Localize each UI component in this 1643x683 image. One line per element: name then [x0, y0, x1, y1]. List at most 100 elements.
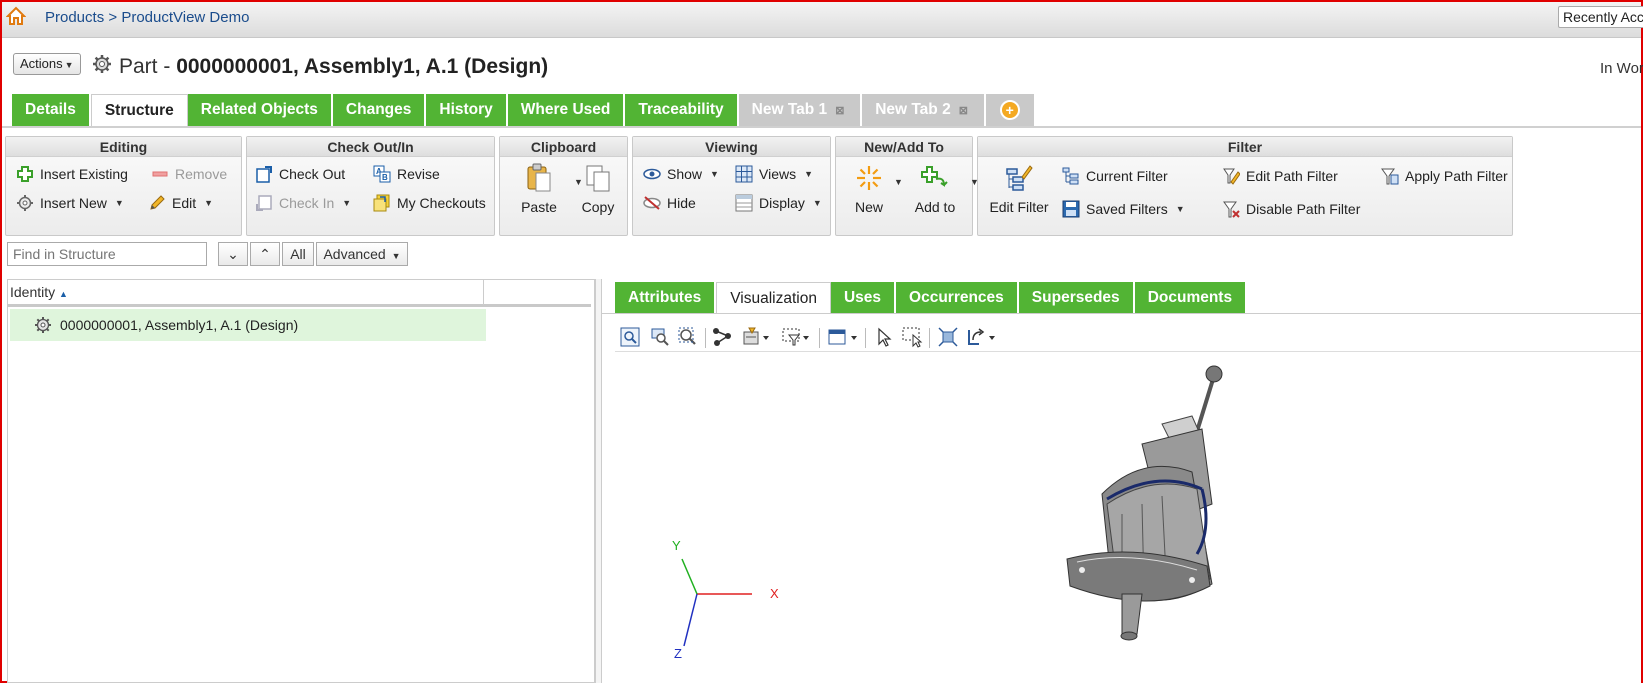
- grid-views-icon: [735, 165, 753, 183]
- advanced-label: Advanced: [323, 246, 386, 262]
- apply-path-filter-icon: [1381, 167, 1399, 185]
- 3d-viewer-canvas[interactable]: Y X Z: [602, 354, 1641, 683]
- structure-link-icon[interactable]: [711, 326, 733, 348]
- explode-icon[interactable]: [937, 326, 959, 348]
- zoom-selected-icon[interactable]: [677, 326, 699, 348]
- zoom-window-icon[interactable]: [649, 326, 671, 348]
- zoom-fit-icon[interactable]: [619, 326, 641, 348]
- add-to-button[interactable]: ▼ Add to: [902, 163, 979, 215]
- tab-uses[interactable]: Uses: [830, 282, 897, 314]
- panel-splitter[interactable]: [595, 279, 602, 683]
- tab-structure[interactable]: Structure: [90, 94, 188, 126]
- identity-header-label: Identity: [10, 284, 56, 300]
- render-mode-icon[interactable]: [741, 326, 773, 348]
- view-layout-icon[interactable]: [827, 326, 861, 348]
- tab-traceability[interactable]: Traceability: [625, 94, 739, 126]
- z-axis-line: [683, 593, 698, 647]
- edit-filter-button[interactable]: Edit Filter: [986, 163, 1052, 215]
- show-label: Show: [667, 166, 703, 182]
- tab-attributes[interactable]: Attributes: [615, 282, 717, 314]
- find-in-structure-input[interactable]: [7, 242, 207, 266]
- tab-documents[interactable]: Documents: [1134, 282, 1248, 314]
- new-button[interactable]: ▼ New: [842, 163, 903, 215]
- column-divider[interactable]: [483, 280, 484, 305]
- check-out-button[interactable]: Check Out: [255, 165, 345, 183]
- tab-visualization[interactable]: Visualization: [716, 282, 831, 314]
- tab-where-used[interactable]: Where Used: [507, 94, 626, 126]
- tree-filter-icon: [1062, 167, 1080, 185]
- assembly-3d-model[interactable]: [1066, 365, 1223, 641]
- edit-button[interactable]: Edit ▼: [148, 194, 213, 212]
- tab-new-tab-1[interactable]: New Tab 1 ⊠: [738, 94, 863, 126]
- edit-path-filter-button[interactable]: Edit Path Filter: [1222, 167, 1338, 185]
- toolbar-separator: [865, 328, 866, 348]
- part-gear-icon: [92, 54, 112, 74]
- editing-group: Editing Insert Existing Remove Insert Ne…: [5, 136, 242, 236]
- disable-path-filter-button[interactable]: Disable Path Filter: [1222, 200, 1360, 218]
- minus-icon: [151, 165, 169, 183]
- revise-button[interactable]: AB Revise: [373, 165, 440, 183]
- advanced-search-button[interactable]: Advanced ▼: [316, 242, 408, 266]
- current-filter-button[interactable]: Current Filter: [1062, 167, 1168, 185]
- chevron-down-icon: ▼: [804, 169, 814, 179]
- add-tab-icon: +: [999, 99, 1020, 120]
- insert-new-button[interactable]: Insert New ▼: [16, 194, 124, 212]
- rotate-mode-icon[interactable]: [965, 326, 997, 348]
- edit-label: Edit: [172, 195, 197, 211]
- visualization-toolbar: [615, 322, 1641, 352]
- insert-existing-button[interactable]: Insert Existing: [16, 165, 128, 183]
- box-select-icon[interactable]: [901, 326, 923, 348]
- apply-path-filter-button[interactable]: Apply Path Filter: [1381, 167, 1508, 185]
- identity-column-header[interactable]: Identity ▲: [10, 284, 68, 300]
- display-button[interactable]: Display ▼: [735, 194, 822, 212]
- home-icon[interactable]: [5, 6, 27, 26]
- action-toolbar: Editing Insert Existing Remove Insert Ne…: [5, 136, 1641, 236]
- tab-details[interactable]: Details: [12, 94, 91, 126]
- my-checkouts-icon: [373, 194, 391, 212]
- paste-button[interactable]: ▼ Paste: [508, 163, 583, 215]
- copy-button[interactable]: Copy: [570, 163, 626, 215]
- find-next-button[interactable]: ⌄: [218, 242, 248, 266]
- close-tab-icon[interactable]: ⊠: [835, 105, 847, 117]
- y-axis-label: Y: [672, 538, 681, 553]
- recently-accessed-button[interactable]: Recently Accessed: [1558, 6, 1643, 28]
- x-axis-label: X: [770, 586, 779, 601]
- paste-icon: ▼: [524, 163, 583, 193]
- tab-changes[interactable]: Changes: [332, 94, 427, 126]
- revise-label: Revise: [397, 166, 440, 182]
- actions-menu-button[interactable]: Actions ▼: [13, 53, 81, 75]
- find-previous-button[interactable]: ⌃: [250, 242, 280, 266]
- edit-filter-label: Edit Filter: [989, 199, 1049, 215]
- pointer-select-icon[interactable]: [873, 326, 895, 348]
- clipboard-group-title: Clipboard: [500, 137, 627, 157]
- breadcrumb-current-link[interactable]: ProductView Demo: [121, 9, 249, 26]
- remove-label: Remove: [175, 166, 228, 182]
- chevron-down-icon: ▼: [204, 198, 214, 208]
- copy-icon: [583, 163, 613, 193]
- show-button[interactable]: Show ▼: [643, 165, 719, 183]
- part-type-prefix: Part -: [119, 55, 171, 78]
- remove-button[interactable]: Remove: [151, 165, 227, 183]
- tab-occurrences[interactable]: Occurrences: [896, 282, 1019, 314]
- saved-filters-button[interactable]: Saved Filters ▼: [1062, 200, 1185, 218]
- edit-path-filter-label: Edit Path Filter: [1246, 168, 1338, 184]
- check-in-button[interactable]: Check In ▼: [255, 194, 351, 212]
- tab-supersedes[interactable]: Supersedes: [1018, 282, 1135, 314]
- selection-filter-icon[interactable]: [781, 326, 813, 348]
- add-tab-button[interactable]: +: [985, 94, 1036, 126]
- my-checkouts-button[interactable]: My Checkouts: [373, 194, 486, 212]
- chevron-down-icon: ⌄: [227, 246, 239, 262]
- find-all-button[interactable]: All: [282, 242, 314, 266]
- viewing-group-title: Viewing: [633, 137, 830, 157]
- tab-new-tab-2[interactable]: New Tab 2 ⊠: [862, 94, 986, 126]
- hide-button[interactable]: Hide: [643, 194, 696, 212]
- clipboard-group: Clipboard ▼ Paste Copy: [499, 136, 628, 236]
- breadcrumb-products-link[interactable]: Products: [45, 9, 104, 26]
- part-gear-icon: [34, 316, 52, 334]
- tab-related-objects[interactable]: Related Objects: [187, 94, 333, 126]
- tree-row[interactable]: 0000000001, Assembly1, A.1 (Design): [10, 309, 486, 341]
- close-tab-icon[interactable]: ⊠: [959, 105, 971, 117]
- views-button[interactable]: Views ▼: [735, 165, 813, 183]
- hide-eye-icon: [643, 194, 661, 212]
- tab-history[interactable]: History: [426, 94, 508, 126]
